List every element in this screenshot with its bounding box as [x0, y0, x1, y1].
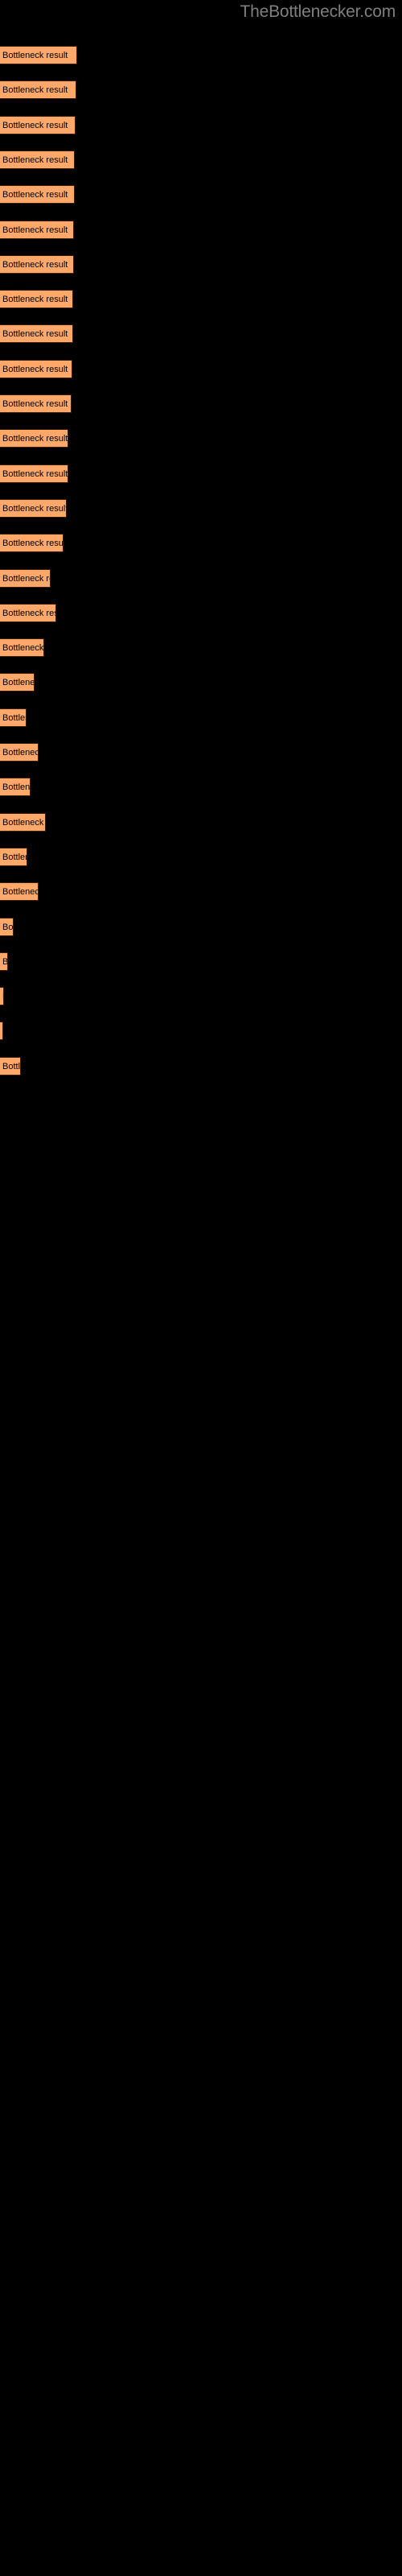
bar: Bottleneck result [0, 603, 56, 622]
bar-row: Bottleneck result [0, 464, 402, 483]
bar-label: Bottleneck result [2, 539, 64, 549]
bar-label: Bottleneck result [2, 295, 68, 305]
bar-label: Bottleneck result [2, 503, 67, 514]
bar: Bottleneck result [0, 847, 27, 866]
bar: Bottleneck result [0, 673, 35, 692]
bar-label: Bottleneck result [2, 922, 14, 932]
bar-row: Bottleneck result [0, 46, 402, 64]
bar-row: Bottleneck result [0, 847, 402, 866]
bar-row: Bottleneck result [0, 812, 402, 832]
bar: Bottleneck result [0, 185, 75, 204]
bar-label: Bottleneck result [2, 85, 68, 96]
bar-label: Bottleneck result [2, 329, 68, 340]
bar-row: Bottleneck result [0, 743, 402, 762]
bar-label: Bottleneck result [2, 782, 31, 793]
bottleneck-bar-chart: Bottleneck result Bottleneck result Bottle… [0, 0, 402, 2576]
bar-row: Bottleneck result [0, 603, 402, 622]
bar: Bottleneck result [0, 150, 75, 169]
bar: Bottleneck result [0, 812, 46, 832]
bar-row: Bottleneck result [0, 290, 402, 309]
bar-label: Bottleneck result [2, 712, 26, 723]
bar: Bottleneck result [0, 1056, 21, 1075]
bar-row: Bottleneck result [0, 115, 402, 134]
bar-label: Bottleneck result [2, 1022, 3, 1040]
bar: Bottleneck result [0, 464, 68, 483]
bar-row: Bottleneck result [0, 80, 402, 100]
bar-label: Bottleneck result [2, 1061, 21, 1071]
bar: Bottleneck result [0, 987, 4, 1006]
bar-label: Bottleneck result [2, 469, 68, 479]
bar-label: Bottleneck result [2, 852, 27, 862]
bar-row: Bottleneck result [0, 150, 402, 169]
bar: Bottleneck result [0, 324, 73, 344]
bar-row: Bottleneck result [0, 324, 402, 344]
bar: Bottleneck result [0, 220, 74, 239]
bar-label: Bottleneck result [2, 643, 44, 654]
bar-row: Bottleneck result [0, 568, 402, 588]
bar-label: Bottleneck result [2, 190, 68, 200]
bar-row: Bottleneck result [0, 359, 402, 378]
bar: Bottleneck result [0, 638, 44, 658]
bar: Bottleneck result [0, 952, 8, 971]
bar-label: Bottleneck result [2, 364, 68, 374]
bar: Bottleneck result [0, 1022, 3, 1041]
bar: Bottleneck result [0, 568, 51, 588]
bar-row: Bottleneck result [0, 429, 402, 448]
bar: Bottleneck result [0, 743, 39, 762]
bar-label: Bottleneck result [2, 608, 55, 618]
bar-row: Bottleneck result [0, 220, 402, 239]
bar-label: Bottleneck result [2, 434, 68, 444]
bar: Bottleneck result [0, 498, 67, 518]
bar: Bottleneck result [0, 80, 76, 100]
bar-label: Bottleneck result [2, 748, 38, 758]
bar-row: Bottleneck result [0, 638, 402, 658]
bar-label: Bottleneck result [2, 953, 7, 970]
bar: Bottleneck result [0, 534, 64, 553]
bar-label: Bottleneck result [2, 887, 38, 898]
bar: Bottleneck result [0, 917, 14, 936]
bar-row: Bottleneck result [0, 254, 402, 274]
bar-row: Bottleneck result [0, 498, 402, 518]
bar-row: Bottleneck result [0, 673, 402, 692]
bar-row: Bottleneck result [0, 1056, 402, 1075]
bar-label: Bottleneck result [2, 399, 68, 409]
bar: Bottleneck result [0, 115, 76, 134]
bar: Bottleneck result [0, 394, 72, 413]
bar-label: Bottleneck result [2, 678, 35, 688]
bar-label: Bottleneck result [2, 817, 45, 828]
bar-label: Bottleneck result [2, 988, 3, 1005]
bar: Bottleneck result [0, 708, 27, 727]
bar: Bottleneck result [0, 778, 31, 797]
bar: Bottleneck result [0, 290, 73, 309]
bar: Bottleneck result [0, 429, 68, 448]
bar-row: Bottleneck result [0, 534, 402, 553]
bar-row: Bottleneck result [0, 185, 402, 204]
bar-row: Bottleneck result [0, 394, 402, 413]
bar-row: Bottleneck result [0, 778, 402, 797]
bar-label: Bottleneck result [2, 155, 68, 165]
bar-row: Bottleneck result [0, 1022, 402, 1041]
bar-label: Bottleneck result [2, 120, 68, 130]
bar-row: Bottleneck result [0, 708, 402, 727]
bar-label: Bottleneck result [2, 573, 50, 584]
bar-label: Bottleneck result [2, 225, 68, 235]
bar: Bottleneck result [0, 254, 74, 274]
bar-row: Bottleneck result [0, 987, 402, 1006]
bar-row: Bottleneck result [0, 952, 402, 971]
bar-row: Bottleneck result [0, 917, 402, 936]
bar: Bottleneck result [0, 46, 77, 64]
bar: Bottleneck result [0, 359, 72, 378]
bar-row: Bottleneck result [0, 882, 402, 902]
bar-label: Bottleneck result [2, 51, 68, 60]
bar-label: Bottleneck result [2, 259, 68, 270]
bar: Bottleneck result [0, 882, 39, 902]
